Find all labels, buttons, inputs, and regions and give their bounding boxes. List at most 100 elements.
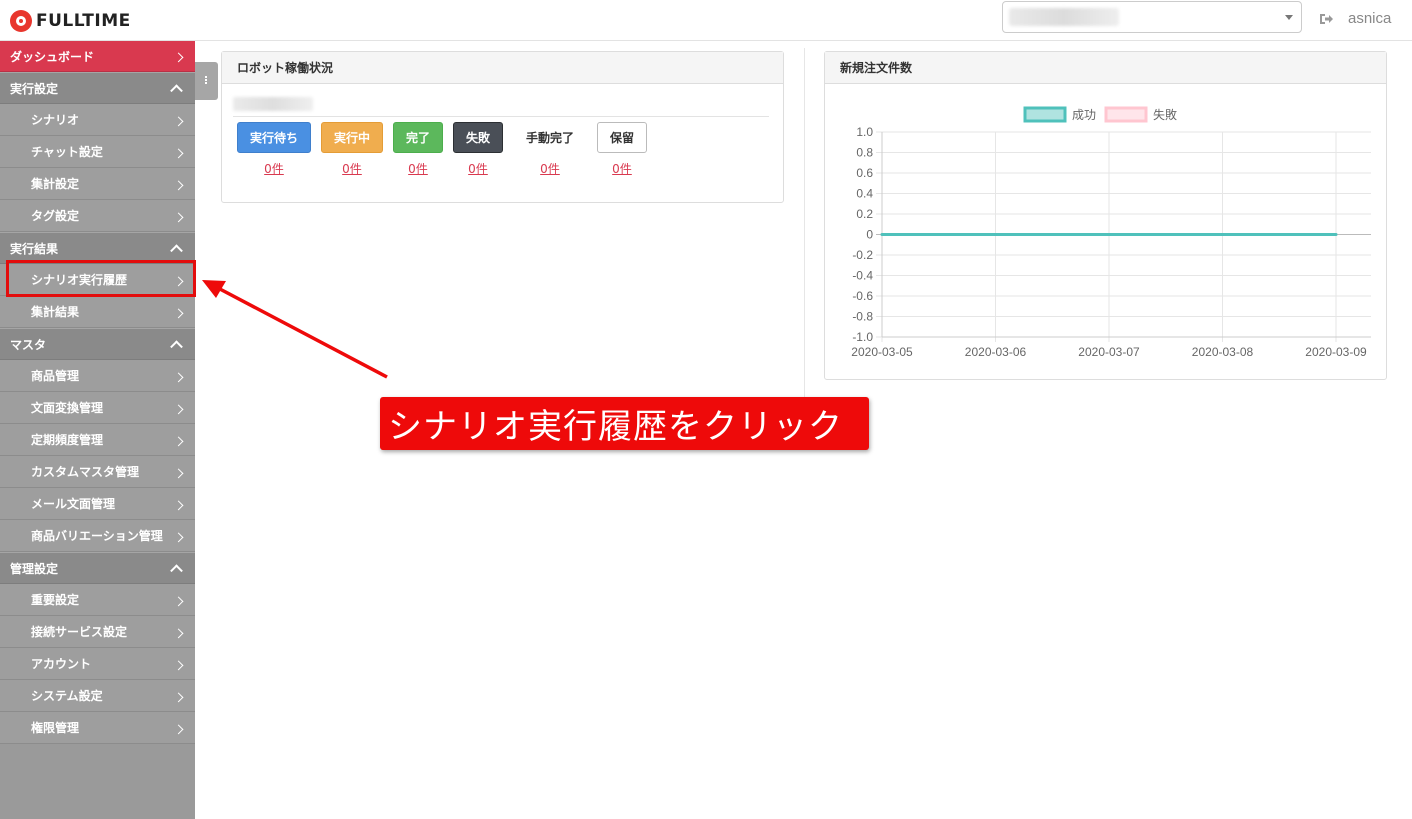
sidebar-item-dashboard[interactable]: ダッシュボード xyxy=(0,41,195,72)
chevron-right-icon xyxy=(173,467,184,478)
data-point xyxy=(1334,233,1338,236)
robot-name-label xyxy=(233,97,313,111)
new-orders-chart: 1.00.80.60.40.20-0.2-0.4-0.6-0.8-1.02020… xyxy=(851,106,1371,359)
annotation-callout: シナリオ実行履歴をクリック xyxy=(380,397,869,450)
sidebar-item-permissions[interactable]: 権限管理 xyxy=(0,712,195,744)
chevron-right-icon xyxy=(173,659,184,670)
sidebar-item-label: 定期頻度管理 xyxy=(31,433,104,447)
chevron-right-icon xyxy=(173,52,184,63)
status-failed-badge[interactable]: 失敗 xyxy=(453,122,503,153)
sidebar-item-scenario[interactable]: シナリオ xyxy=(0,104,195,136)
sidebar-item-label: システム設定 xyxy=(31,689,103,703)
running-count-link[interactable]: 0件 xyxy=(321,160,383,177)
new-orders-panel: 新規注文件数 1.0 0.8 0.6 0.4 0.2 0 -0.2 -0.4 -0.6 -0.8 -… xyxy=(824,51,1387,380)
chevron-right-icon xyxy=(173,435,184,446)
sidebar-section-label: 実行結果 xyxy=(10,241,59,256)
data-point xyxy=(1107,233,1111,236)
y-tick-label: -0.2 xyxy=(852,248,873,262)
y-tick-label: -1.0 xyxy=(852,330,873,344)
sidebar-item-label: 重要設定 xyxy=(31,593,80,607)
logo-text: FULLTIME xyxy=(36,11,131,31)
y-tick-label: -0.4 xyxy=(852,269,873,283)
sidebar-section-execution-settings[interactable]: 実行設定 xyxy=(0,72,195,104)
manual-complete-count-link[interactable]: 0件 xyxy=(517,160,583,177)
sidebar-item-label: 集計結果 xyxy=(31,305,80,319)
app-logo[interactable]: FULLTIME xyxy=(10,9,131,33)
status-waiting-badge[interactable]: 実行待ち xyxy=(237,122,311,153)
status-on-hold-badge[interactable]: 保留 xyxy=(597,122,647,153)
y-tick-label: -0.8 xyxy=(852,310,873,324)
sidebar-section-admin-settings[interactable]: 管理設定 xyxy=(0,552,195,584)
sidebar-item-label: 文面変換管理 xyxy=(31,401,104,415)
on-hold-count-link[interactable]: 0件 xyxy=(597,160,647,177)
data-point xyxy=(880,233,884,236)
logout-icon[interactable] xyxy=(1319,12,1333,26)
chevron-right-icon xyxy=(173,307,184,318)
panel-title: ロボット稼働状況 xyxy=(222,52,783,84)
sidebar-item-system-settings[interactable]: システム設定 xyxy=(0,680,195,712)
legend-swatch xyxy=(1104,106,1148,123)
waiting-count-link[interactable]: 0件 xyxy=(237,160,311,177)
sidebar-item-label: 権限管理 xyxy=(31,721,80,735)
y-tick-label: 0.4 xyxy=(856,187,873,201)
sidebar-item-label: タグ設定 xyxy=(31,209,80,223)
sidebar-item-label: 商品管理 xyxy=(31,369,80,383)
data-point xyxy=(994,233,997,236)
chevron-right-icon xyxy=(173,147,184,158)
sidebar-item-important-settings[interactable]: 重要設定 xyxy=(0,584,195,616)
chevron-right-icon xyxy=(173,179,184,190)
chevron-right-icon xyxy=(173,115,184,126)
sidebar-section-master[interactable]: マスタ xyxy=(0,328,195,360)
sidebar-item-label: メール文面管理 xyxy=(31,497,116,511)
sidebar-item-label: シナリオ xyxy=(31,113,80,127)
sidebar-item-label: 集計設定 xyxy=(31,177,80,191)
chevron-right-icon xyxy=(173,723,184,734)
y-tick-label: 0.6 xyxy=(856,166,873,180)
sidebar-item-product-management[interactable]: 商品管理 xyxy=(0,360,195,392)
chevron-up-icon xyxy=(170,244,183,258)
sidebar-item-label: チャット設定 xyxy=(31,145,103,159)
y-tick-label: 0.8 xyxy=(856,146,873,160)
sidebar-item-mail-templates[interactable]: メール文面管理 xyxy=(0,488,195,520)
sidebar-item-connected-services[interactable]: 接続サービス設定 xyxy=(0,616,195,648)
x-tick-label: 2020-03-06 xyxy=(965,345,1027,359)
status-running-badge[interactable]: 実行中 xyxy=(321,122,383,153)
sidebar-item-schedule-frequency[interactable]: 定期頻度管理 xyxy=(0,424,195,456)
status-manual-complete-label: 手動完了 xyxy=(525,131,574,145)
sidebar-toggle-button[interactable] xyxy=(195,62,218,100)
status-completed-badge[interactable]: 完了 xyxy=(393,122,443,153)
sidebar-item-label: 接続サービス設定 xyxy=(31,625,128,639)
legend-swatch xyxy=(1023,106,1067,123)
chevron-right-icon xyxy=(173,403,184,414)
sidebar-item-custom-master[interactable]: カスタムマスタ管理 xyxy=(0,456,195,488)
highlight-box xyxy=(6,260,196,297)
sidebar-item-label: ダッシュボード xyxy=(10,49,95,64)
sidebar-item-label: カスタムマスタ管理 xyxy=(31,465,140,479)
sidebar-item-product-variations[interactable]: 商品バリエーション管理 xyxy=(0,520,195,552)
chevron-right-icon xyxy=(173,499,184,510)
column-divider xyxy=(804,48,805,398)
more-vertical-icon xyxy=(205,76,207,78)
completed-count-link[interactable]: 0件 xyxy=(393,160,443,177)
chevron-right-icon xyxy=(173,211,184,222)
sidebar-item-account[interactable]: アカウント xyxy=(0,648,195,680)
sidebar-item-label: 商品バリエーション管理 xyxy=(31,529,163,543)
sidebar-item-chat-settings[interactable]: チャット設定 xyxy=(0,136,195,168)
username[interactable]: asnica xyxy=(1348,10,1391,27)
sidebar-section-label: マスタ xyxy=(10,337,47,352)
org-select-value xyxy=(1009,8,1119,26)
data-point xyxy=(1221,233,1224,236)
chevron-up-icon xyxy=(170,564,183,578)
legend-label: 失敗 xyxy=(1153,107,1177,122)
sidebar-item-aggregation-results[interactable]: 集計結果 xyxy=(0,296,195,328)
organization-select[interactable] xyxy=(1002,1,1302,33)
sidebar-item-tag-settings[interactable]: タグ設定 xyxy=(0,200,195,232)
failed-count-link[interactable]: 0件 xyxy=(453,160,503,177)
legend-label: 成功 xyxy=(1072,108,1096,122)
chevron-right-icon xyxy=(173,691,184,702)
x-tick-label: 2020-03-08 xyxy=(1192,345,1254,359)
sidebar-item-text-conversion[interactable]: 文面変換管理 xyxy=(0,392,195,424)
sidebar-item-aggregation-settings[interactable]: 集計設定 xyxy=(0,168,195,200)
logo-icon xyxy=(10,10,32,32)
x-tick-label: 2020-03-07 xyxy=(1078,345,1140,359)
